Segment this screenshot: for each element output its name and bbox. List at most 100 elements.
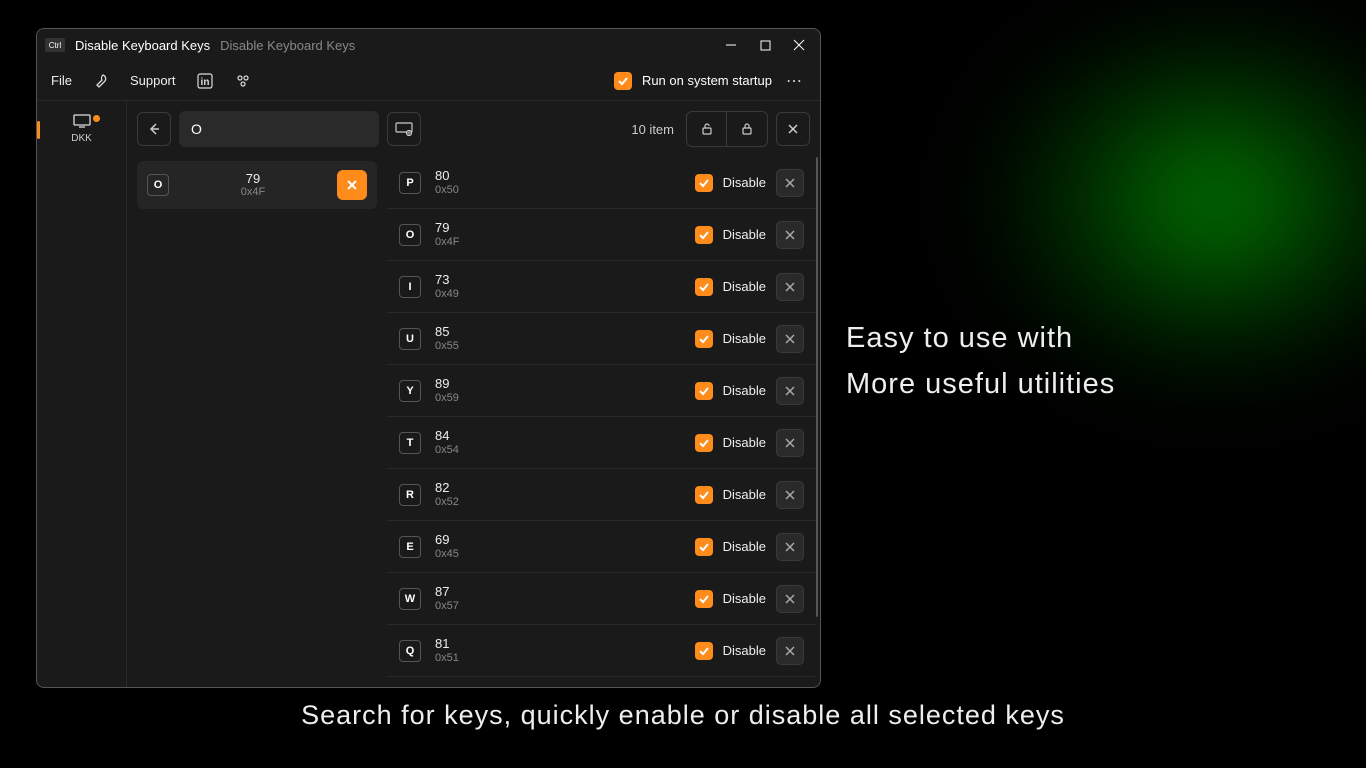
disable-checkbox[interactable] xyxy=(695,486,713,504)
search-box[interactable] xyxy=(179,111,379,147)
remove-key-button[interactable] xyxy=(776,221,804,249)
remove-key-button[interactable] xyxy=(776,585,804,613)
disable-label: Disable xyxy=(723,487,766,502)
app-window: Ctrl Disable Keyboard Keys Disable Keybo… xyxy=(36,28,821,688)
disable-checkbox[interactable] xyxy=(695,174,713,192)
close-button[interactable] xyxy=(792,38,806,52)
menu-file[interactable]: File xyxy=(51,73,72,88)
menu-support[interactable]: Support xyxy=(130,73,176,88)
key-badge: O xyxy=(399,224,421,246)
linkedin-icon[interactable]: in xyxy=(196,72,214,90)
disable-checkbox[interactable] xyxy=(695,330,713,348)
key-code: 79 xyxy=(246,171,260,187)
key-badge: O xyxy=(147,174,169,196)
app-icon: Ctrl xyxy=(45,38,65,52)
disable-checkbox[interactable] xyxy=(695,382,713,400)
key-row: I 73 0x49 Disable xyxy=(387,261,816,313)
notification-dot xyxy=(93,115,100,122)
minimize-button[interactable] xyxy=(724,38,738,52)
key-row: Q 81 0x51 Disable xyxy=(387,625,816,677)
svg-text:in: in xyxy=(200,77,209,88)
key-hex: 0x49 xyxy=(435,288,459,301)
sidebar-item-dkk[interactable]: DKK xyxy=(71,113,92,144)
keyboard-settings-button[interactable] xyxy=(387,112,421,146)
disable-checkbox[interactable] xyxy=(695,538,713,556)
remove-key-button[interactable] xyxy=(776,533,804,561)
key-badge: P xyxy=(399,172,421,194)
remove-key-button[interactable] xyxy=(776,325,804,353)
tools-icon[interactable] xyxy=(234,72,252,90)
toolbar: 10 item xyxy=(127,101,820,157)
disable-label: Disable xyxy=(723,227,766,242)
key-hex: 0x57 xyxy=(435,600,459,613)
key-hex: 0x4F xyxy=(241,186,265,199)
key-hex: 0x55 xyxy=(435,340,459,353)
window-subtitle: Disable Keyboard Keys xyxy=(220,38,355,53)
startup-label: Run on system startup xyxy=(642,73,772,88)
key-row: R 82 0x52 Disable xyxy=(387,469,816,521)
key-badge: T xyxy=(399,432,421,454)
key-code: 80 xyxy=(435,168,449,184)
wrench-icon[interactable] xyxy=(92,72,110,90)
sidebar-item-label: DKK xyxy=(71,133,92,144)
key-badge: Q xyxy=(399,640,421,662)
key-code: 79 xyxy=(435,220,449,236)
maximize-button[interactable] xyxy=(758,38,772,52)
sidebar-active-indicator xyxy=(37,121,40,139)
key-hex: 0x59 xyxy=(435,392,459,405)
search-input[interactable] xyxy=(191,121,367,137)
key-hex: 0x45 xyxy=(435,548,459,561)
key-row: O 79 0x4F Disable xyxy=(387,209,816,261)
key-badge: U xyxy=(399,328,421,350)
window-title: Disable Keyboard Keys xyxy=(75,38,210,53)
key-hex: 0x50 xyxy=(435,184,459,197)
disable-label: Disable xyxy=(723,643,766,658)
key-row: P 80 0x50 Disable xyxy=(387,157,816,209)
disable-label: Disable xyxy=(723,331,766,346)
item-count: 10 item xyxy=(631,122,674,137)
key-hex: 0x51 xyxy=(435,652,459,665)
disable-label: Disable xyxy=(723,175,766,190)
key-code: 82 xyxy=(435,480,449,496)
disable-checkbox[interactable] xyxy=(695,278,713,296)
remove-key-button[interactable] xyxy=(776,637,804,665)
key-row: T 84 0x54 Disable xyxy=(387,417,816,469)
back-button[interactable] xyxy=(137,112,171,146)
titlebar: Ctrl Disable Keyboard Keys Disable Keybo… xyxy=(37,29,820,61)
clear-all-button[interactable] xyxy=(776,112,810,146)
disable-checkbox[interactable] xyxy=(695,590,713,608)
key-row: U 85 0x55 Disable xyxy=(387,313,816,365)
disable-label: Disable xyxy=(723,435,766,450)
key-row: E 69 0x45 Disable xyxy=(387,521,816,573)
disable-label: Disable xyxy=(723,539,766,554)
disable-checkbox[interactable] xyxy=(695,226,713,244)
disable-label: Disable xyxy=(723,591,766,606)
monitor-icon xyxy=(72,113,92,129)
remove-key-button[interactable] xyxy=(776,481,804,509)
lock-button[interactable] xyxy=(727,112,767,146)
key-hex: 0x54 xyxy=(435,444,459,457)
key-hex: 0x4F xyxy=(435,236,459,249)
key-code: 73 xyxy=(435,272,449,288)
remove-key-button[interactable] xyxy=(776,429,804,457)
disable-checkbox[interactable] xyxy=(695,642,713,660)
key-code: 84 xyxy=(435,428,449,444)
remove-key-button[interactable] xyxy=(776,377,804,405)
startup-checkbox[interactable] xyxy=(614,72,632,90)
remove-key-button[interactable] xyxy=(776,169,804,197)
menubar: File Support in Run on system startup ⋯ xyxy=(37,61,820,101)
search-result-item[interactable]: O 79 0x4F xyxy=(137,161,377,209)
key-badge: I xyxy=(399,276,421,298)
disable-checkbox[interactable] xyxy=(695,434,713,452)
key-badge: W xyxy=(399,588,421,610)
key-code: 69 xyxy=(435,532,449,548)
disable-label: Disable xyxy=(723,279,766,294)
key-code: 81 xyxy=(435,636,449,652)
key-code: 87 xyxy=(435,584,449,600)
remove-key-button[interactable] xyxy=(776,273,804,301)
key-row: Y 89 0x59 Disable xyxy=(387,365,816,417)
key-list: P 80 0x50 Disable O 79 0x4F Disable xyxy=(387,157,820,687)
unlock-button[interactable] xyxy=(687,112,727,146)
more-button[interactable]: ⋯ xyxy=(782,71,806,91)
remove-result-button[interactable] xyxy=(337,170,367,200)
